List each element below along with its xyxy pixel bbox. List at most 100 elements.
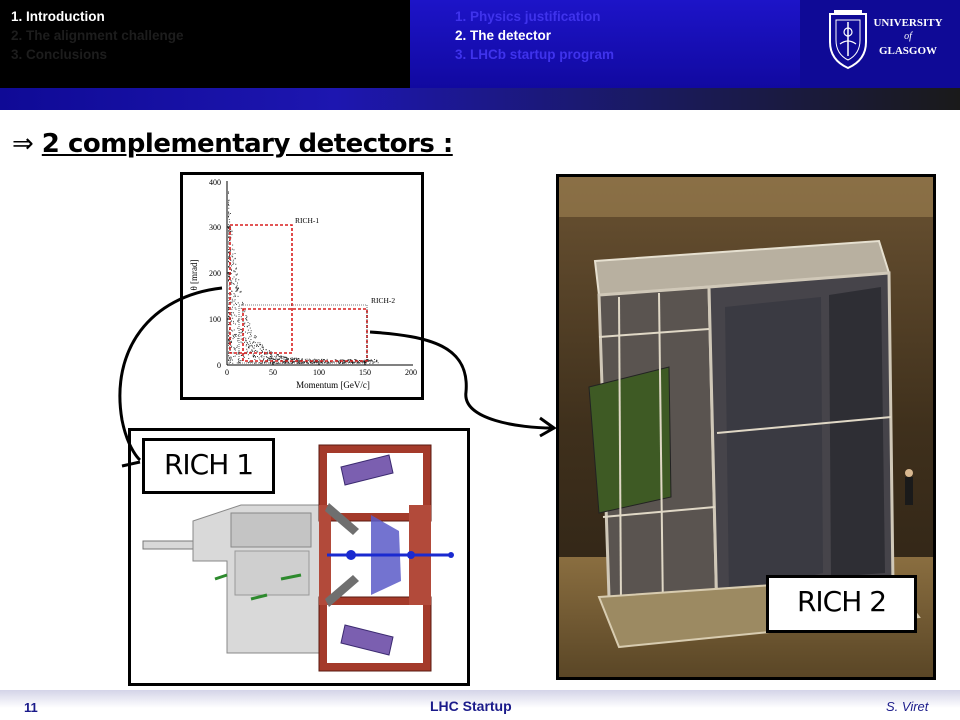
scatter-point (270, 351, 272, 353)
theta-momentum-plot: 0 100 200 300 400 0 50 100 150 200 Momen… (180, 172, 424, 400)
scatter-point (237, 335, 239, 337)
scatter-point (267, 358, 268, 360)
scatter-point (283, 357, 285, 359)
scatter-point (255, 350, 256, 351)
scatter-point (230, 213, 231, 214)
scatter-point (244, 325, 245, 327)
scatter-point (269, 359, 270, 361)
crest-icon (829, 10, 867, 70)
scatter-point (232, 253, 234, 255)
scatter-point (353, 361, 355, 363)
scatter-point (277, 358, 279, 360)
scatter-point (295, 357, 297, 359)
scatter-point (239, 291, 241, 293)
scatter-point (270, 359, 272, 361)
nav-item-introduction[interactable]: 1. Introduction (11, 7, 184, 26)
scatter-point (246, 316, 248, 318)
scatter-point (240, 316, 242, 318)
scatter-point (290, 362, 292, 364)
scatter-point (233, 335, 234, 337)
scatter-point (241, 329, 242, 331)
nav-item-detector[interactable]: 2. The detector (455, 26, 614, 45)
scatter-point (298, 360, 300, 362)
nav-item-conclusions[interactable]: 3. Conclusions (11, 45, 184, 64)
scatter-point (236, 345, 238, 347)
scatter-point (236, 362, 238, 364)
scatter-point (229, 251, 231, 252)
scatter-point (251, 349, 253, 351)
scatter-point (228, 252, 230, 253)
scatter-point (262, 344, 263, 346)
scatter-point (266, 357, 268, 358)
nav-item-physics[interactable]: 1. Physics justification (455, 7, 614, 26)
scatter-point (245, 340, 247, 342)
scatter-point (233, 249, 235, 251)
scatter-point (230, 293, 232, 295)
scatter-point (297, 358, 299, 359)
scatter-point (250, 335, 252, 337)
scatter-point (280, 355, 281, 357)
scatter-point (283, 362, 285, 363)
scatter-point (228, 233, 230, 235)
scatter-point (256, 336, 257, 338)
scatter-point (230, 361, 231, 363)
scatter-point (232, 338, 234, 340)
scatter-point (231, 345, 233, 347)
scatter-point (233, 356, 235, 357)
scatter-point (259, 362, 260, 364)
scatter-point (238, 279, 240, 281)
y-tick-400: 400 (209, 178, 221, 187)
scatter-point (228, 279, 230, 281)
scatter-point (231, 300, 233, 302)
plot-svg: 0 100 200 300 400 0 50 100 150 200 Momen… (189, 178, 417, 390)
nav-item-alignment[interactable]: 2. The alignment challenge (11, 26, 184, 45)
footer-author: S. Viret (886, 699, 929, 714)
scatter-point (233, 348, 235, 350)
scatter-point (301, 359, 303, 361)
scatter-point (293, 361, 295, 363)
scatter-point (228, 297, 229, 299)
scatter-point (319, 359, 320, 361)
scatter-point (245, 345, 247, 347)
scatter-point (238, 318, 240, 320)
nav-item-startup[interactable]: 3. LHCb startup program (455, 45, 614, 64)
scatter-point (233, 320, 234, 322)
scatter-point (254, 342, 256, 344)
scatter-point (235, 278, 237, 280)
scatter-point (235, 315, 237, 317)
bullet-text: 2 complementary detectors : (41, 129, 453, 159)
scatter-point (372, 363, 374, 364)
scatter-point (240, 291, 242, 293)
scatter-point (238, 361, 240, 362)
scatter-point (228, 332, 229, 334)
scatter-point (377, 362, 379, 364)
scatter-point (237, 338, 239, 340)
scatter-point (313, 359, 314, 361)
page-number: 11 (24, 700, 38, 715)
scatter-point (235, 302, 236, 304)
scatter-point (237, 321, 239, 322)
scatter-point (274, 361, 276, 363)
scatter-point (231, 269, 232, 271)
scatter-point (347, 361, 349, 363)
scatter-point (233, 329, 235, 331)
scatter-point (231, 298, 233, 300)
scatter-point (230, 358, 232, 360)
scatter-point (243, 323, 245, 325)
scatter-point (255, 361, 257, 363)
scatter-point (279, 358, 280, 360)
scatter-point (376, 360, 377, 362)
scatter-point (231, 265, 232, 267)
scatter-point (253, 337, 255, 339)
scatter-point (248, 337, 249, 339)
scatter-point (232, 264, 234, 265)
scatter-point (230, 359, 232, 361)
x-tick-200: 200 (405, 368, 417, 377)
scatter-point (233, 283, 235, 285)
scatter-point (266, 353, 268, 355)
scatter-point (243, 311, 245, 313)
scatter-point (228, 228, 229, 230)
scatter-point (254, 355, 255, 356)
scatter-point (291, 357, 293, 359)
scatter-point (228, 219, 230, 220)
